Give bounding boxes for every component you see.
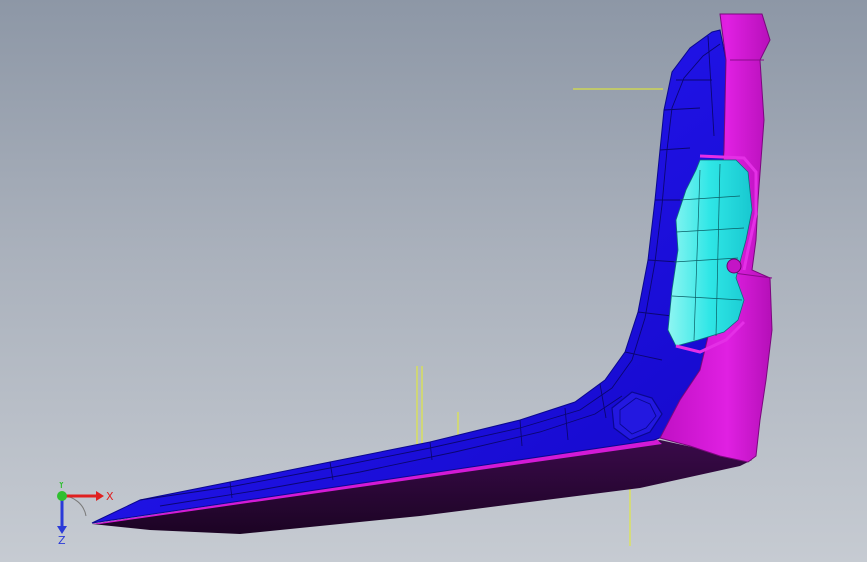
x-arrow-head bbox=[96, 491, 104, 501]
z-arrow-head bbox=[57, 526, 67, 534]
y-axis-label: Y bbox=[57, 482, 65, 491]
y-axis-dot bbox=[57, 491, 67, 501]
cavity-pin-hole[interactable] bbox=[726, 258, 742, 274]
coordinate-triad[interactable]: X Y Z bbox=[44, 482, 124, 552]
model-scene[interactable] bbox=[0, 0, 867, 562]
x-axis-label: X bbox=[106, 490, 114, 503]
z-axis-label: Z bbox=[58, 534, 66, 547]
cad-3d-viewport[interactable]: X Y Z bbox=[0, 0, 867, 562]
